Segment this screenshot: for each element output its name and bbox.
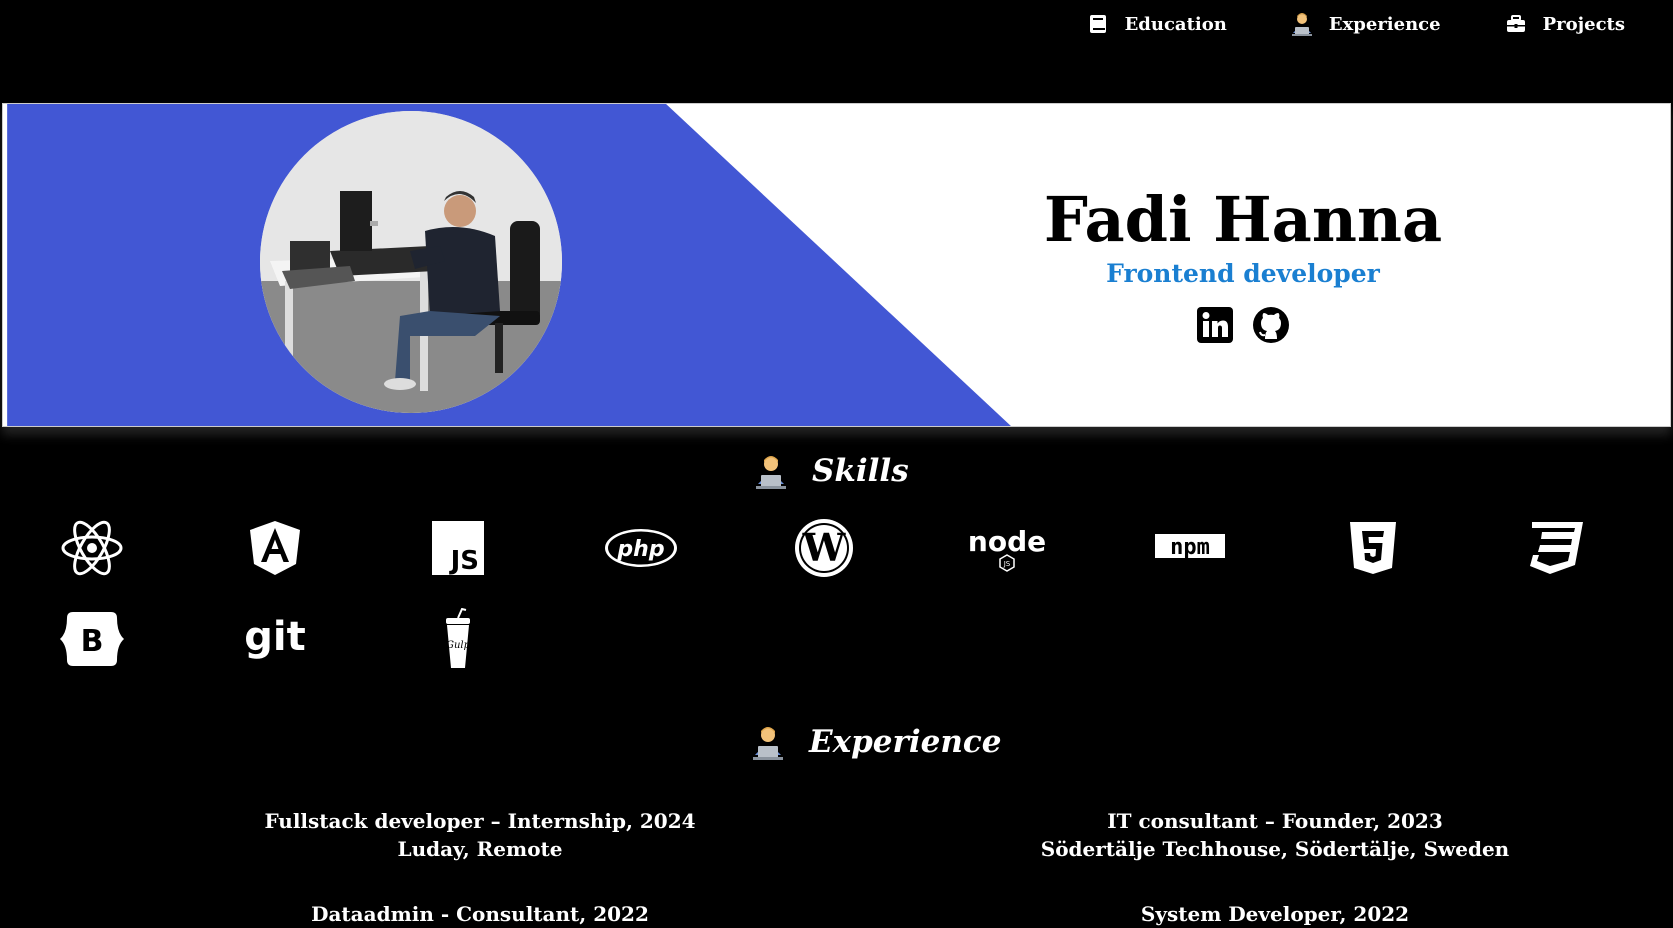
php-icon: php [601,516,681,580]
hero-text: Fadi Hanna Frontend developer [1013,189,1473,344]
technologist-icon [756,456,786,489]
javascript-icon: JS [418,516,498,580]
svg-text:node: node [969,525,1045,558]
nav-projects[interactable]: Projects [1503,11,1625,37]
html5-icon [1333,516,1413,580]
hero-banner: Fadi Hanna Frontend developer [2,103,1671,427]
bootstrap-icon: B [52,607,132,671]
book-icon [1085,11,1111,37]
experience-role: Dataadmin - Consultant, 2022 [311,902,649,926]
nav-education[interactable]: Education [1085,11,1227,37]
technologist-icon [1289,11,1315,37]
react-icon [52,516,132,580]
skills-title: Skills [812,453,909,489]
experience-heading: Experience [749,723,1001,761]
nav-experience[interactable]: Experience [1289,11,1441,37]
technologist-icon [753,727,783,760]
social-links [1013,306,1473,344]
nav-education-label: Education [1124,13,1227,35]
svg-text:W: W [802,525,847,570]
svg-text:php: php [616,537,664,562]
list-item: IT consultant – Founder, 2023 Södertälje… [975,807,1575,863]
css3-icon [1516,516,1596,580]
list-item: System Developer, 2022 [975,900,1575,928]
list-item: Dataadmin - Consultant, 2022 [180,900,780,928]
experience-role: IT consultant – Founder, 2023 [1107,809,1443,833]
svg-text:JS: JS [1003,560,1011,568]
angular-icon [235,516,315,580]
experience-title: Experience [809,724,1002,760]
nav-projects-label: Projects [1542,13,1625,35]
skills-heading: Skills [752,452,909,490]
job-title: Frontend developer [1106,259,1380,288]
gulp-icon: Gulp [418,607,498,671]
list-item: Fullstack developer – Internship, 2024 L… [180,807,780,863]
top-nav: Education Experience Projects [1023,0,1625,48]
experience-role: Fullstack developer – Internship, 2024 [264,809,696,833]
git-icon: git [235,607,315,671]
experience-place: Södertälje Techhouse, Södertälje, Sweden [1040,837,1510,861]
experience-role: System Developer, 2022 [1140,902,1410,926]
linkedin-icon[interactable] [1196,306,1234,344]
svg-text:B: B [81,624,104,659]
nodejs-icon: node JS [967,516,1047,580]
nav-experience-label: Experience [1328,13,1441,35]
npm-icon: npm [1150,516,1230,580]
briefcase-icon [1503,11,1529,37]
profile-photo [260,111,562,413]
wordpress-icon: W [784,516,864,580]
svg-text:npm: npm [1170,535,1210,560]
svg-text:Gulp: Gulp [446,640,471,651]
experience-place: Luday, Remote [397,837,563,861]
svg-text:git: git [244,614,305,660]
svg-text:JS: JS [449,546,479,575]
page-title: Fadi Hanna [1043,183,1443,256]
github-icon[interactable] [1252,306,1290,344]
